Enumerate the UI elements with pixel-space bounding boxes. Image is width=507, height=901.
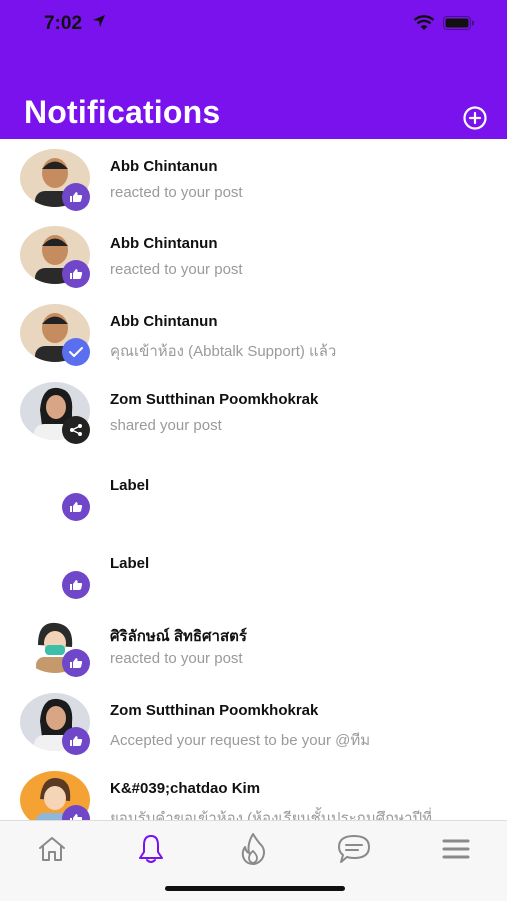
like-icon [62, 571, 90, 599]
like-icon [62, 183, 90, 211]
tab-menu[interactable] [436, 829, 476, 869]
notification-text: reacted to your post [110, 261, 243, 278]
check-icon [62, 338, 90, 366]
notification-name: Label [110, 555, 150, 572]
notification-item[interactable]: Abb Chintanun reacted to your post [0, 217, 507, 294]
notification-name: K&#039;chatdao Kim [110, 780, 261, 797]
notification-item[interactable]: Zom Sutthinan Poomkhokrak shared your po… [0, 373, 507, 450]
notification-text: reacted to your post [110, 650, 243, 667]
chat-icon [338, 835, 370, 863]
notification-name: ศิริลักษณ์ สิทธิศาสตร์ [110, 628, 247, 645]
notification-name: Abb Chintanun [110, 235, 218, 252]
wifi-icon [413, 15, 435, 30]
tab-trending[interactable] [233, 829, 273, 869]
plus-circle-icon[interactable] [462, 105, 488, 131]
like-icon [62, 727, 90, 755]
like-icon [62, 649, 90, 677]
notification-text: Accepted your request to be your @ทีม [110, 732, 371, 749]
notification-item[interactable]: Label [0, 450, 507, 527]
notification-text: ยอมรับคำขอเข้าห้อง (ห้องเรียนชั้นประถมศึ… [110, 810, 445, 820]
tab-notifications[interactable] [131, 829, 171, 869]
bell-icon [139, 835, 163, 863]
notification-name: Label [110, 477, 150, 494]
notification-text: shared your post [110, 417, 222, 434]
notification-item[interactable]: ศิริลักษณ์ สิทธิศาสตร์ reacted to your p… [0, 606, 507, 683]
home-icon [39, 837, 65, 861]
notification-item[interactable]: Label [0, 528, 507, 605]
notification-name: Abb Chintanun [110, 313, 218, 330]
notification-name: Zom Sutthinan Poomkhokrak [110, 702, 319, 719]
notification-name: Zom Sutthinan Poomkhokrak [110, 391, 319, 408]
home-indicator [165, 886, 345, 891]
notification-text: reacted to your post [110, 184, 243, 201]
notification-item[interactable]: Abb Chintanun reacted to your post [0, 140, 507, 217]
tab-home[interactable] [32, 829, 72, 869]
battery-icon [443, 16, 474, 30]
menu-icon [442, 839, 470, 859]
header: 7:02 Notifications [0, 0, 507, 139]
notification-name: Abb Chintanun [110, 158, 218, 175]
page-title: Notifications [24, 94, 221, 130]
notification-item[interactable]: K&#039;chatdao Kim ยอมรับคำขอเข้าห้อง (ห… [0, 762, 507, 820]
like-icon [62, 493, 90, 521]
notification-item[interactable]: Abb Chintanun คุณเข้าห้อง (Abbtalk Suppo… [0, 295, 507, 372]
status-time: 7:02 [44, 13, 83, 34]
notification-item[interactable]: Zom Sutthinan Poomkhokrak Accepted your … [0, 684, 507, 761]
flame-icon [241, 833, 265, 865]
location-arrow-icon [93, 15, 105, 27]
share-icon [62, 416, 90, 444]
notification-text: คุณเข้าห้อง (Abbtalk Support) แล้ว [110, 343, 337, 360]
notification-list: Abb Chintanun reacted to your post Abb C… [0, 140, 507, 820]
tab-chat[interactable] [334, 829, 374, 869]
like-icon [62, 260, 90, 288]
